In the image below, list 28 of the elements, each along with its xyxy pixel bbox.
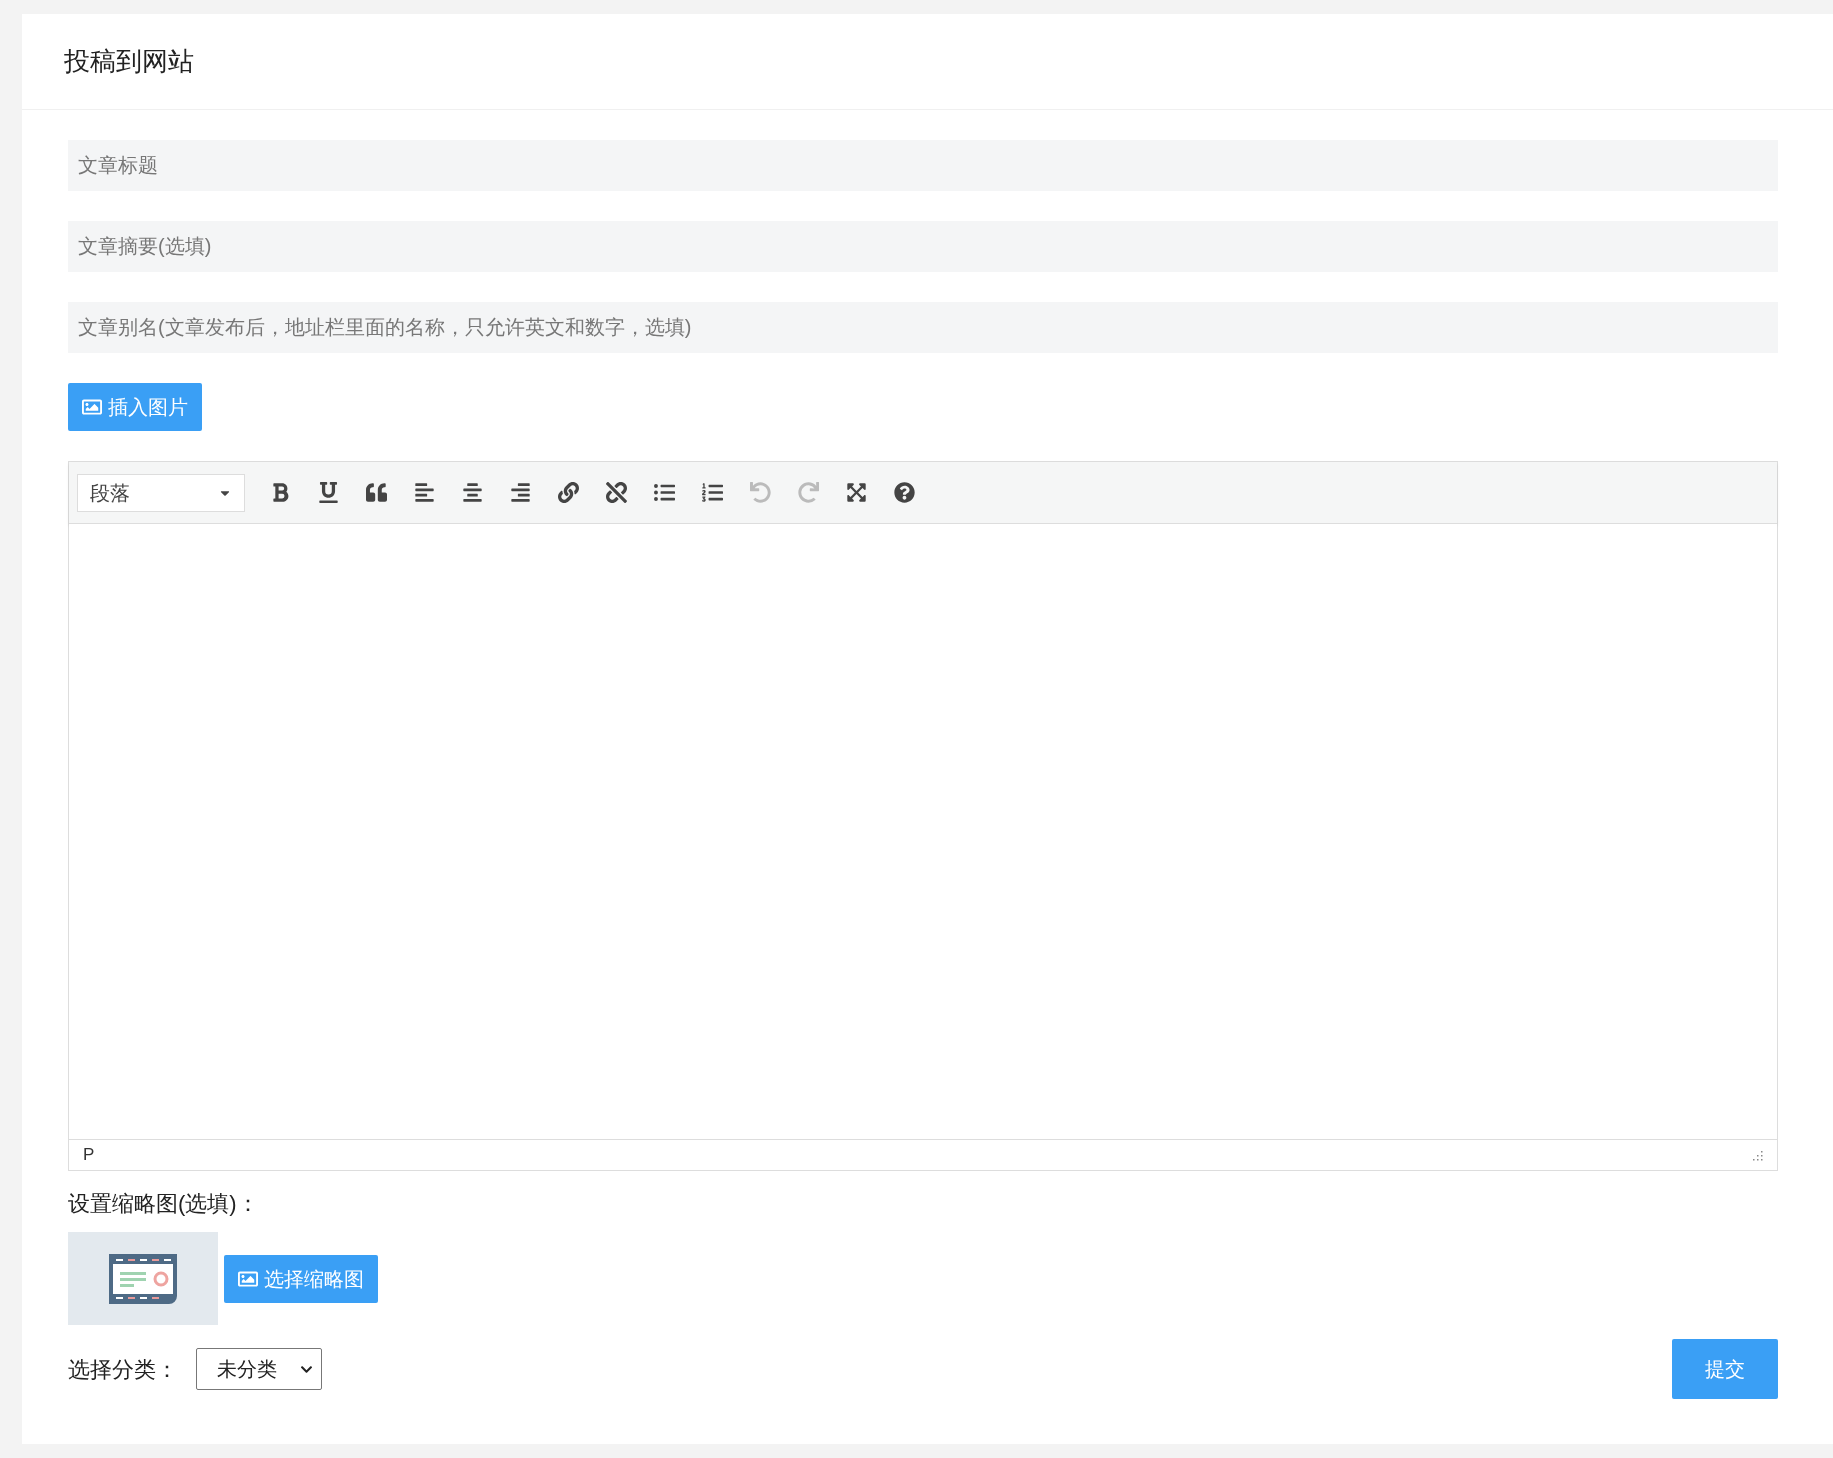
text-field[interactable]: 文章别名(文章发布后，地址栏里面的名称，只允许英文和数字，选填) xyxy=(68,302,1778,353)
film-card-icon xyxy=(108,1252,178,1305)
resize-handle-icon xyxy=(1751,1149,1763,1161)
bullet-list-icon xyxy=(653,482,675,503)
insert-image-button[interactable]: 插入图片 xyxy=(68,383,202,431)
format-select[interactable]: 段落 xyxy=(77,473,245,512)
thumbnail-label: 设置缩略图(选填)： xyxy=(68,1190,260,1218)
element-path: P xyxy=(83,1144,95,1167)
category-select[interactable]: 未分类 xyxy=(196,1348,322,1390)
redo-icon xyxy=(797,482,819,503)
image-icon xyxy=(82,397,102,417)
unlink-icon xyxy=(605,482,627,503)
numbered-list-icon xyxy=(701,482,723,503)
fullscreen-icon xyxy=(845,482,867,503)
page-title: 投稿到网站 xyxy=(64,45,194,78)
link-icon xyxy=(557,482,579,503)
category-label: 选择分类： xyxy=(68,1355,178,1384)
align-center-icon xyxy=(461,482,483,503)
text-field[interactable]: 文章摘要(选填) xyxy=(68,221,1778,272)
choose-thumbnail-button[interactable]: 选择缩略图 xyxy=(224,1254,378,1303)
quote-icon xyxy=(365,482,387,503)
undo-icon xyxy=(749,482,771,503)
align-right-icon xyxy=(509,482,531,503)
text-field[interactable]: 文章标题 xyxy=(68,140,1778,191)
underline-icon xyxy=(317,482,339,503)
align-left-icon xyxy=(413,482,435,503)
submit-button[interactable]: 提交 xyxy=(1672,1339,1778,1399)
help-icon xyxy=(893,482,915,503)
